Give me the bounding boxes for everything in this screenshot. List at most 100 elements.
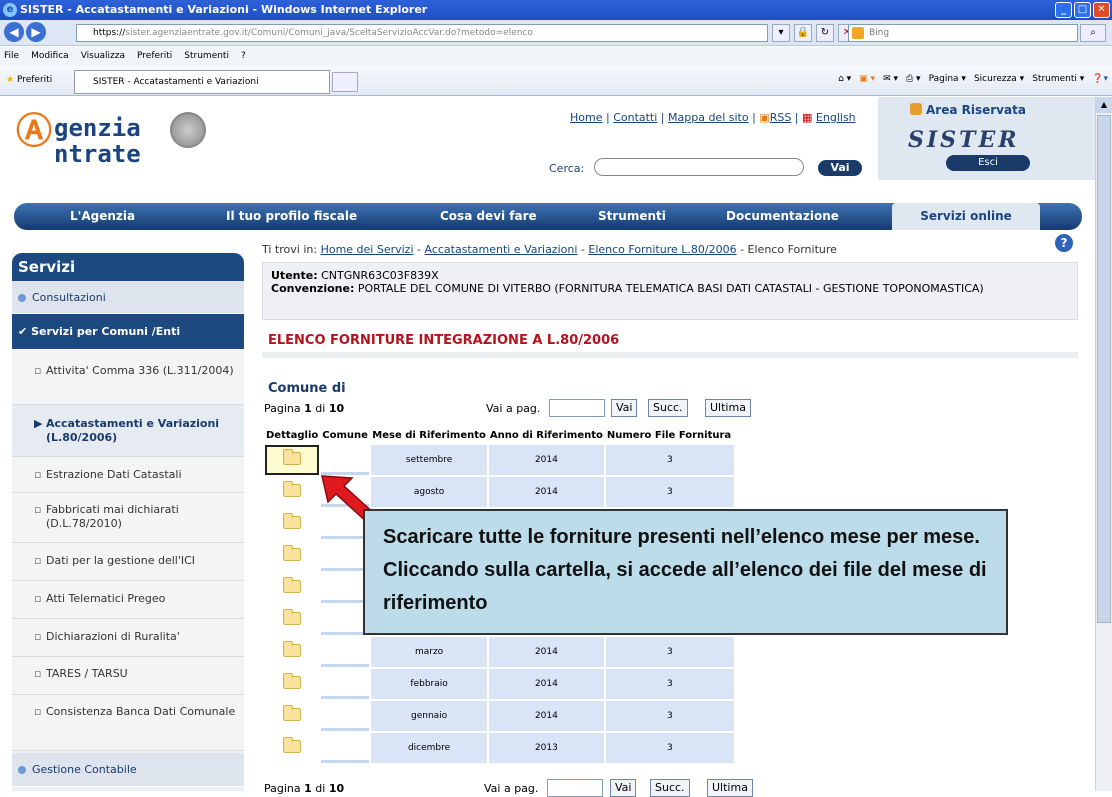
sidebar-sub-ici[interactable]: ▫ Dati per la gestione dell'ICI [12, 543, 244, 581]
help-icon[interactable]: ❓▾ [1092, 74, 1108, 84]
search-icon[interactable]: ⌕ [1080, 24, 1106, 42]
logout-button[interactable]: Esci [946, 155, 1030, 171]
sidebar-item-gestione-contabile[interactable]: Gestione Contabile [12, 753, 244, 787]
search-box[interactable]: Bing [848, 24, 1078, 42]
folder-icon[interactable] [283, 673, 302, 689]
link-english[interactable]: English [816, 111, 856, 124]
close-button[interactable]: ✕ [1093, 2, 1110, 18]
go-button[interactable]: Vai [611, 399, 638, 417]
menu-preferiti[interactable]: Preferiti [137, 47, 172, 66]
browser-tab[interactable]: SISTER - Accatastamenti e Variazioni [74, 70, 330, 94]
dropdown-icon[interactable]: ▾ [772, 24, 790, 42]
folder-icon[interactable] [283, 641, 302, 657]
folder-icon[interactable] [283, 513, 302, 529]
nav-documentazione[interactable]: Documentazione [726, 209, 839, 223]
site-search-input[interactable] [594, 158, 804, 176]
dettaglio-cell[interactable] [265, 669, 320, 699]
sidebar-sub-accatastamenti[interactable]: ▶ Accatastamenti e Variazioni (L.80/2006) [12, 405, 244, 457]
print-icon[interactable]: ⎙ ▾ [906, 74, 921, 84]
nav-servizi-online[interactable]: Servizi online [892, 203, 1040, 230]
tool-pagina[interactable]: Pagina ▾ [929, 74, 966, 84]
numero-file-cell: 3 [605, 701, 734, 731]
dettaglio-cell[interactable] [265, 701, 320, 731]
help-icon[interactable]: ? [1055, 234, 1073, 252]
folder-icon[interactable] [283, 705, 302, 721]
mail-icon[interactable]: ✉ ▾ [883, 74, 898, 84]
dettaglio-cell[interactable] [265, 445, 320, 475]
vertical-scrollbar[interactable]: ▲ [1095, 97, 1112, 791]
link-mappa[interactable]: Mappa del sito [668, 111, 749, 124]
link-home[interactable]: Home [570, 111, 602, 124]
dettaglio-cell[interactable] [265, 637, 320, 667]
lock-icon[interactable]: 🔒 [794, 24, 812, 42]
refresh-icon[interactable]: ↻ [816, 24, 834, 42]
menu-visualizza[interactable]: Visualizza [81, 47, 125, 66]
bullet-icon: ▫ [34, 667, 42, 680]
scroll-thumb[interactable] [1097, 115, 1111, 623]
last-button-bottom[interactable]: Ultima [707, 779, 753, 797]
back-icon[interactable]: ◀ [4, 22, 24, 42]
folder-icon[interactable] [283, 737, 302, 753]
favorites-button[interactable]: ★ Preferiti [6, 75, 52, 85]
folder-icon[interactable] [283, 609, 302, 625]
folder-icon[interactable] [283, 449, 302, 465]
maximize-button[interactable]: □ [1074, 2, 1091, 18]
sidebar-sub-comma336[interactable]: ▫ Attivita' Comma 336 (L.311/2004) [12, 350, 244, 405]
pagination-info-bottom: Pagina 1 di 10 [264, 782, 344, 795]
dettaglio-cell[interactable] [265, 573, 320, 603]
nav-profilo[interactable]: Il tuo profilo fiscale [226, 209, 357, 223]
col-anno: Anno di Riferimento [489, 429, 603, 441]
nav-cosa-fare[interactable]: Cosa devi fare [440, 209, 537, 223]
forward-icon[interactable]: ▶ [26, 22, 46, 42]
folder-icon[interactable] [283, 545, 302, 561]
page-number-input-bottom[interactable] [547, 779, 603, 797]
next-button-bottom[interactable]: Succ. [650, 779, 690, 797]
next-button[interactable]: Succ. [648, 399, 688, 417]
dettaglio-cell[interactable] [265, 541, 320, 571]
menu-strumenti[interactable]: Strumenti [184, 47, 229, 66]
site-search-button[interactable]: Vai [818, 160, 862, 176]
dettaglio-cell[interactable] [265, 605, 320, 635]
sidebar-item-consultazioni[interactable]: Consultazioni [12, 281, 244, 314]
dettaglio-cell[interactable] [265, 509, 320, 539]
folder-icon[interactable] [283, 577, 302, 593]
sidebar-sub-label: Atti Telematici Pregeo [46, 592, 166, 605]
sister-logo: SISTER [908, 127, 1020, 153]
sidebar-sub-pregeo[interactable]: ▫ Atti Telematici Pregeo [12, 581, 244, 619]
new-tab-button[interactable] [332, 72, 358, 92]
menu-modifica[interactable]: Modifica [31, 47, 69, 66]
sidebar-item-servizi-comuni[interactable]: ✔ Servizi per Comuni /Enti [12, 314, 244, 350]
go-button-bottom[interactable]: Vai [610, 779, 637, 797]
pagination-info-top: Pagina 1 di 10 [264, 402, 344, 415]
dettaglio-cell[interactable] [265, 477, 320, 507]
sidebar-sub-estrazione[interactable]: ▫ Estrazione Dati Catastali [12, 457, 244, 493]
menu-file[interactable]: File [4, 47, 19, 66]
sidebar-sub-consistenza[interactable]: ▫ Consistenza Banca Dati Comunale [12, 695, 244, 751]
title-divider [262, 352, 1078, 358]
tool-sicurezza[interactable]: Sicurezza ▾ [974, 74, 1024, 84]
link-rss[interactable]: RSS [770, 111, 792, 124]
nav-strumenti[interactable]: Strumenti [598, 209, 666, 223]
bullet-icon [18, 766, 26, 774]
di-label: di [315, 402, 326, 415]
sidebar-sub-ruralita[interactable]: ▫ Dichiarazioni di Ruralita' [12, 619, 244, 657]
menu-help[interactable]: ? [241, 47, 246, 66]
minimize-button[interactable]: _ [1055, 2, 1072, 18]
breadcrumb-accatastamenti[interactable]: Accatastamenti e Variazioni [424, 243, 577, 256]
last-button[interactable]: Ultima [705, 399, 751, 417]
feeds-icon[interactable]: ▣ ▾ [859, 74, 875, 84]
dettaglio-cell[interactable] [265, 733, 320, 763]
scroll-up-icon[interactable]: ▲ [1096, 97, 1112, 113]
breadcrumb-home-servizi[interactable]: Home dei Servizi [321, 243, 414, 256]
link-contatti[interactable]: Contatti [613, 111, 657, 124]
main-nav: L'Agenzia Il tuo profilo fiscale Cosa de… [14, 203, 1082, 230]
home-icon[interactable]: ⌂ ▾ [838, 74, 851, 84]
folder-icon[interactable] [283, 481, 302, 497]
tool-strumenti[interactable]: Strumenti ▾ [1032, 74, 1084, 84]
sidebar-sub-tares[interactable]: ▫ TARES / TARSU [12, 657, 244, 695]
sidebar-sub-fabbricati[interactable]: ▫ Fabbricati mai dichiarati (D.L.78/2010) [12, 493, 244, 543]
breadcrumb-elenco-forniture-l80[interactable]: Elenco Forniture L.80/2006 [588, 243, 736, 256]
url-field[interactable]: https://sister.agenziaentrate.gov.it/Com… [76, 24, 768, 42]
nav-agenzia[interactable]: L'Agenzia [70, 209, 135, 223]
page-number-input[interactable] [549, 399, 605, 417]
